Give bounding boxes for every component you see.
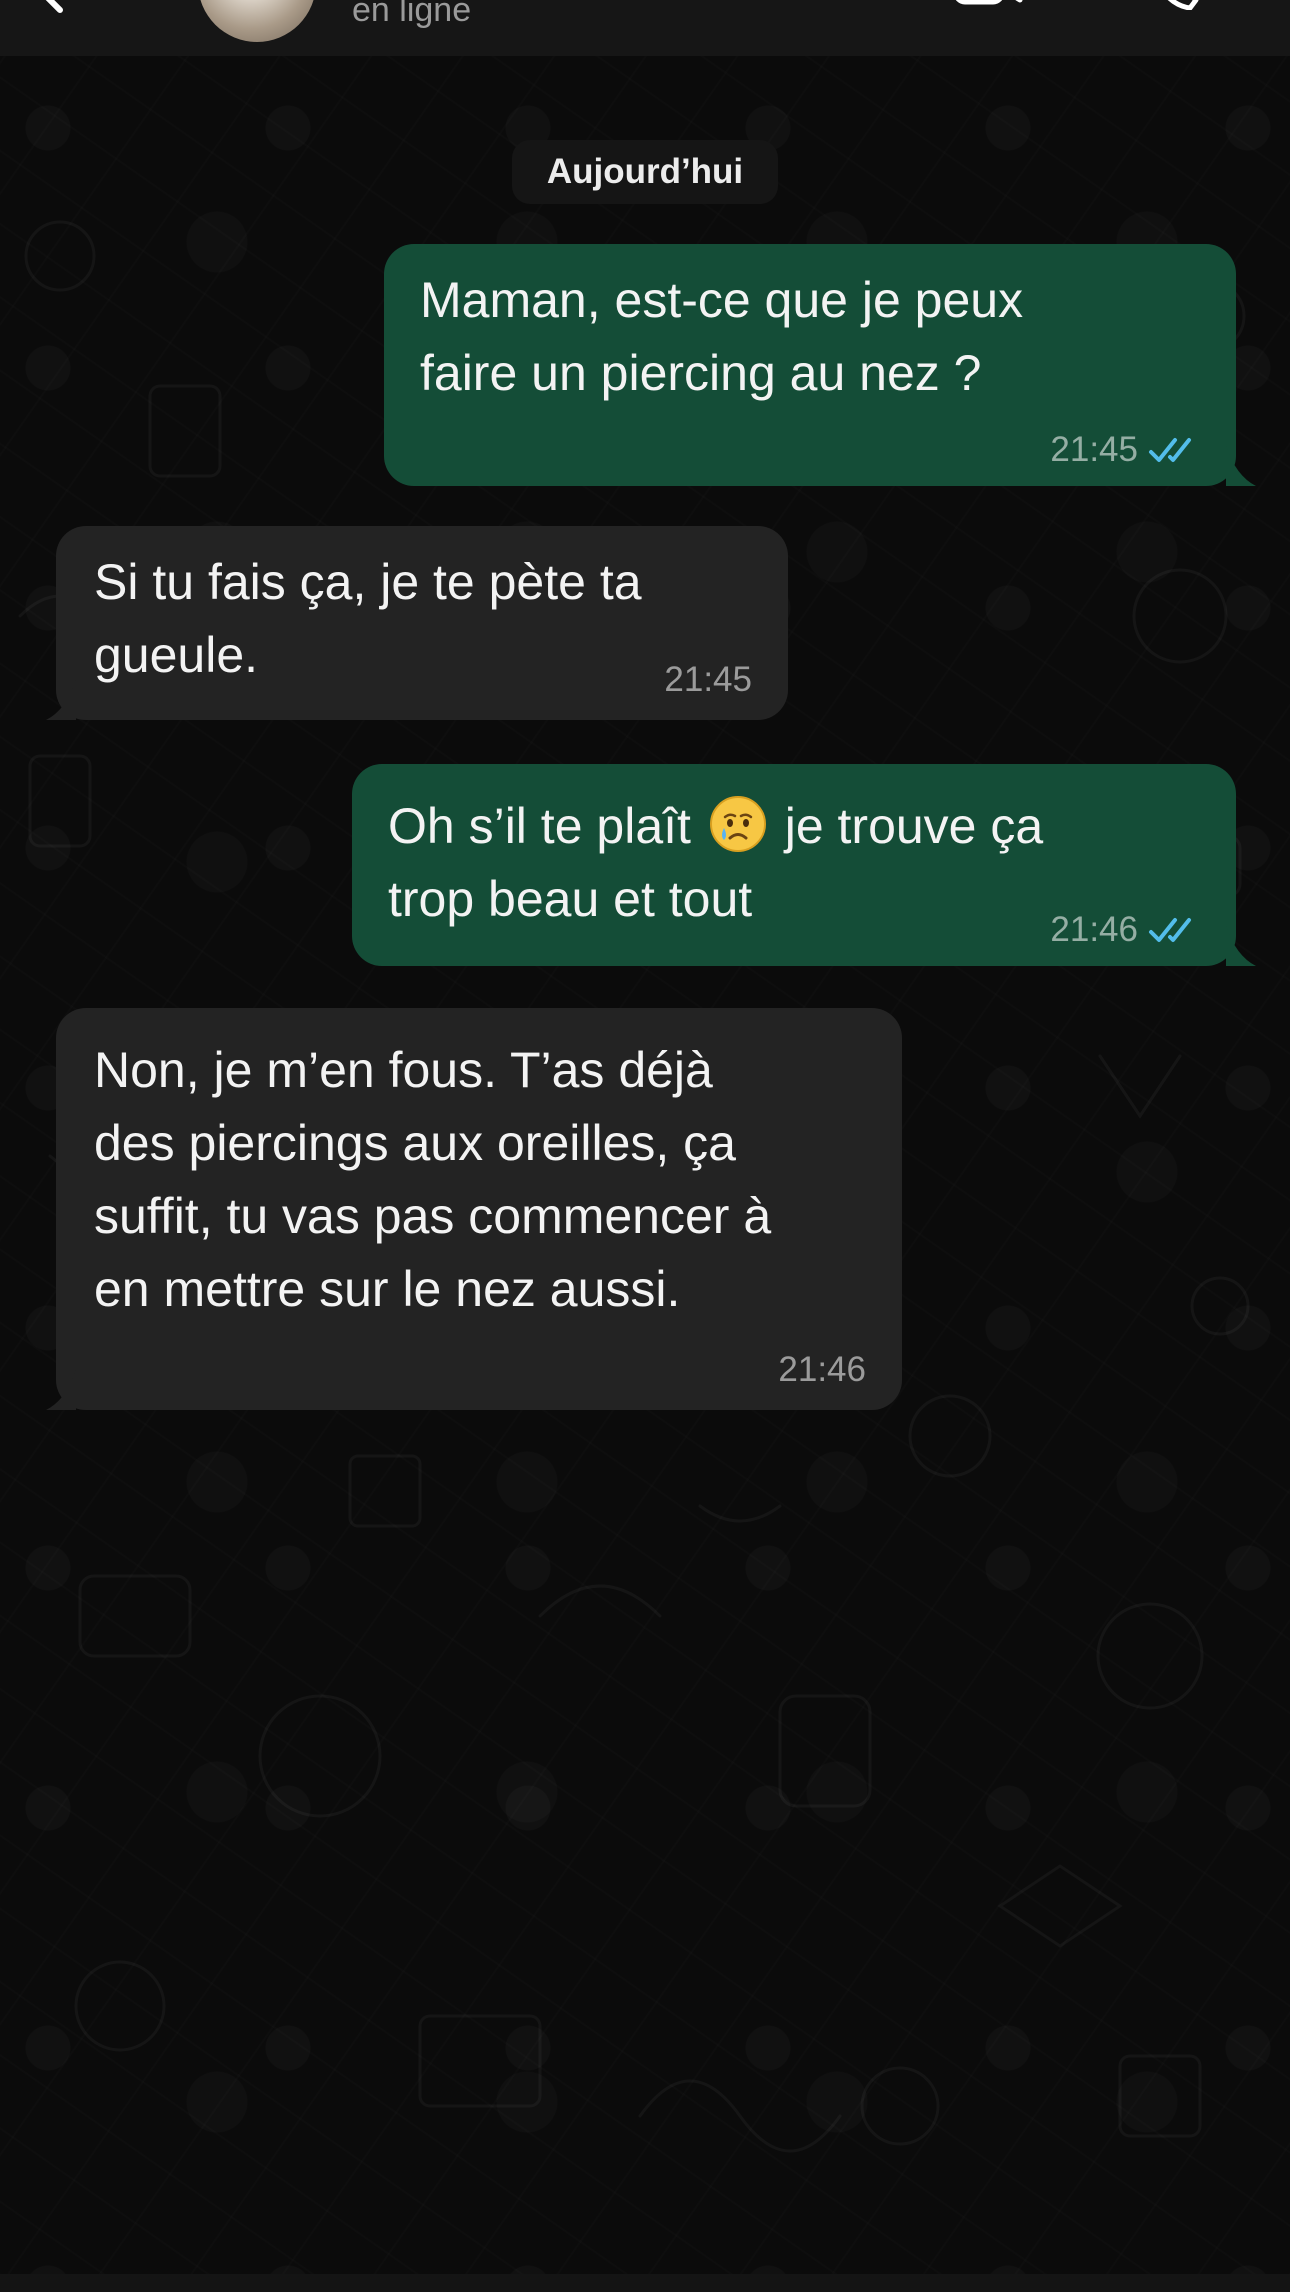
message-text: Maman, est-ce que je peux faire un pierc… — [420, 264, 1200, 410]
message-meta: 21:45 — [664, 660, 752, 700]
chat-header: en ligne — [0, 0, 1290, 56]
message-time: 21:46 — [1050, 910, 1138, 949]
bubble-tail — [1226, 926, 1256, 966]
avatar[interactable] — [198, 0, 316, 42]
message-line: faire un piercing au nez ? — [420, 345, 982, 401]
message-meta: 21:45 — [1050, 430, 1202, 470]
message-meta: 21:46 — [778, 1350, 866, 1390]
message-line: Maman, est-ce que je peux — [420, 272, 1024, 328]
message-time: 21:46 — [778, 1350, 866, 1389]
message-line: suffit, tu vas pas commencer à — [94, 1188, 772, 1244]
message-line: Si tu fais ça, je te pète ta — [94, 554, 642, 610]
bubble-tail — [1226, 446, 1256, 486]
message-text: Non, je m’en fous. T’as déjà des piercin… — [94, 1034, 884, 1326]
crying-face-icon — [709, 796, 766, 852]
date-separator: Aujourd’hui — [512, 140, 778, 204]
message-incoming[interactable]: Si tu fais ça, je te pète ta gueule. 21:… — [56, 526, 788, 720]
message-time: 21:45 — [1050, 430, 1138, 469]
message-fragment: Oh s’il te plaît — [388, 798, 691, 854]
message-time: 21:45 — [664, 660, 752, 699]
message-line: gueule. — [94, 627, 259, 683]
message-line: en mettre sur le nez aussi. — [94, 1261, 681, 1317]
message-meta: 21:46 — [1050, 910, 1202, 950]
message-outgoing[interactable]: Maman, est-ce que je peux faire un pierc… — [384, 244, 1236, 486]
bubble-tail — [46, 1370, 76, 1410]
message-incoming[interactable]: Non, je m’en fous. T’as déjà des piercin… — [56, 1008, 902, 1410]
contact-status: en ligne — [352, 0, 472, 29]
bubble-tail — [46, 680, 76, 720]
message-fragment: je trouve ça — [784, 798, 1044, 854]
message-line: Non, je m’en fous. T’as déjà — [94, 1042, 713, 1098]
message-line: des piercings aux oreilles, ça — [94, 1115, 736, 1171]
bottom-bar — [0, 2274, 1290, 2292]
phone-icon[interactable] — [1148, 0, 1204, 10]
message-text: Si tu fais ça, je te pète ta gueule. — [94, 546, 714, 692]
read-receipt-icon — [1149, 438, 1191, 462]
chat-screen: en ligne Aujourd’hui Maman, est-ce que j… — [0, 0, 1290, 2292]
read-receipt-icon — [1149, 918, 1191, 942]
video-camera-icon[interactable] — [952, 0, 1024, 8]
chevron-left-icon[interactable] — [30, 0, 70, 14]
message-outgoing[interactable]: Oh s’il te plaît je trouve ça trop beau … — [352, 764, 1236, 966]
message-line: Oh s’il te plaît je trouve ça — [388, 790, 1208, 863]
